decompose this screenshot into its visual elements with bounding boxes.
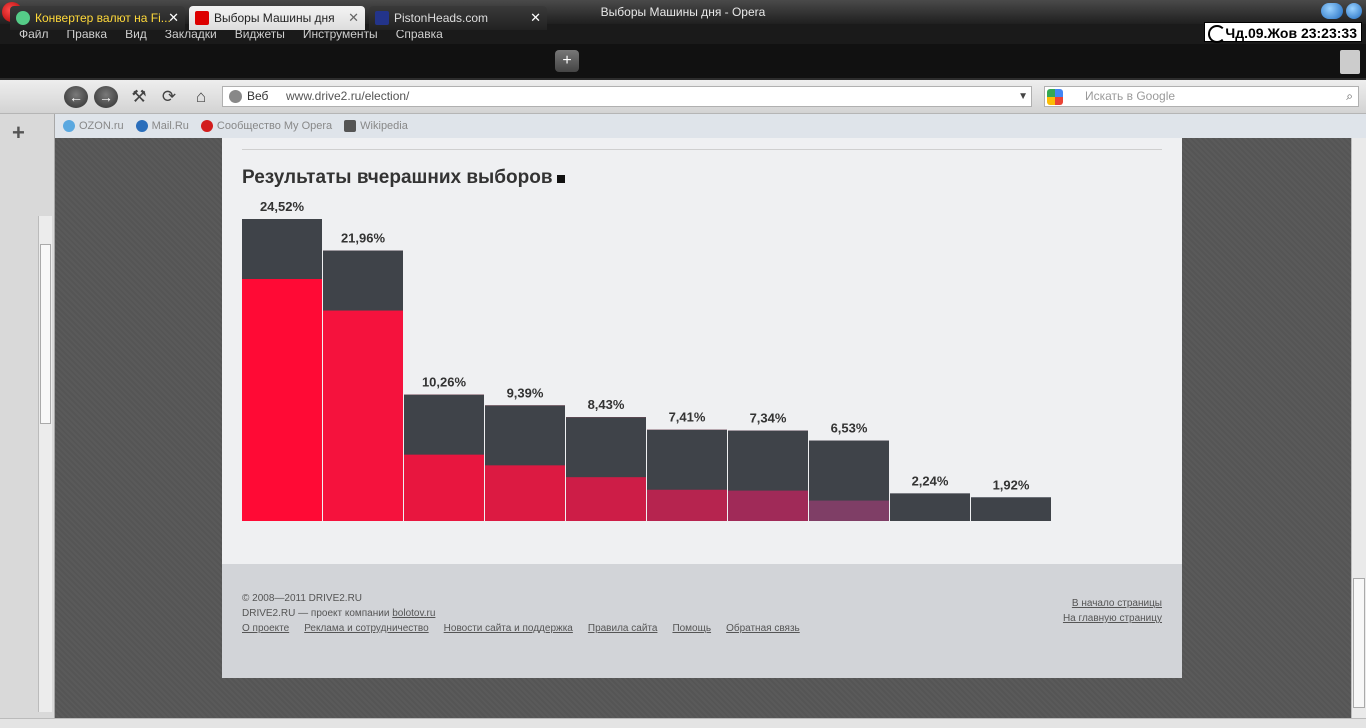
back-arrow-icon[interactable]: ← [64, 86, 88, 108]
car-photo-thumbnail[interactable] [728, 430, 808, 491]
close-icon[interactable]: ✕ [530, 10, 541, 26]
page-viewport: Результаты вчерашних выборов 24,52% 21,96… [55, 138, 1351, 718]
page-title-text: Результаты вчерашних выборов [242, 167, 553, 188]
bookmarks-bar: OZON.ru Mail.Ru Сообщество My Opera Wiki… [55, 114, 1366, 138]
car-photo-thumbnail[interactable] [404, 394, 484, 455]
address-field[interactable]: Веб www.drive2.ru/election/ ▼ [222, 86, 1032, 107]
url-text[interactable]: www.drive2.ru/election/ [286, 87, 409, 106]
pistonheads-favicon-icon [375, 11, 389, 25]
home-page-link[interactable]: На главную страницу [1063, 613, 1162, 624]
tab-pistonheads[interactable]: PistonHeads.com ✕ [369, 6, 547, 30]
trash-icon[interactable] [1340, 50, 1360, 74]
reload-icon[interactable]: ⟳ [158, 86, 180, 108]
page-scroll-thumb[interactable] [1353, 578, 1365, 708]
add-panel-plus-icon[interactable]: + [12, 120, 25, 146]
bar-value-label: 1,92% [993, 477, 1030, 492]
car-photo-thumbnail[interactable] [809, 440, 889, 501]
bar-value-label: 21,96% [341, 231, 386, 246]
footer-link-news[interactable]: Новости сайта и поддержка [444, 623, 573, 634]
bar-value-label: 10,26% [422, 375, 467, 390]
copyright: © 2008—2011 DRIVE2.RU [242, 593, 363, 604]
maximize-icon[interactable] [1346, 3, 1362, 19]
footer-link-about[interactable]: О проекте [242, 623, 289, 634]
car-photo-thumbnail[interactable] [971, 497, 1051, 521]
back-to-top-link[interactable]: В начало страницы [1072, 598, 1162, 609]
company-line: DRIVE2.RU — проект компании bolotov.ru [242, 608, 436, 619]
site-footer: © 2008—2011 DRIVE2.RU DRIVE2.RU — проект… [222, 564, 1182, 678]
search-input[interactable]: Искать в Google ⌕ [1044, 86, 1359, 107]
window-controls [1321, 3, 1362, 19]
car-photo-thumbnail[interactable] [485, 405, 565, 466]
election-results-chart: 24,52% 21,96% 10,26% 9,39% 8,43% 7,41% 7,34% 6,… [242, 199, 1051, 521]
close-icon[interactable]: ✕ [348, 10, 359, 26]
footer-link-ads[interactable]: Реклама и сотрудничество [304, 623, 428, 634]
page-card: Результаты вчерашних выборов 24,52% 21,96… [222, 138, 1182, 678]
close-icon[interactable]: ✕ [168, 10, 179, 26]
drive2-favicon-icon [195, 11, 209, 25]
car-photo-thumbnail[interactable] [890, 493, 970, 521]
footer-link-feedback[interactable]: Обратная связь [726, 623, 800, 634]
wikipedia-icon [344, 120, 357, 132]
footer-link-help[interactable]: Помощь [672, 623, 711, 634]
home-icon[interactable]: ⌂ [190, 86, 212, 108]
panel-scroll-thumb[interactable] [40, 244, 51, 424]
tab-label: Конвертер валют на Fi... [35, 11, 171, 25]
search-icon[interactable]: ⌕ [1346, 87, 1353, 106]
divider [242, 149, 1162, 150]
new-tab-plus-icon[interactable]: + [555, 50, 579, 72]
search-placeholder: Искать в Google [1085, 89, 1176, 103]
finance-favicon-icon [16, 11, 30, 25]
opera-icon [200, 120, 213, 132]
page-title: Результаты вчерашних выборов [242, 167, 565, 189]
tab-label: PistonHeads.com [394, 11, 489, 25]
bookmark-wikipedia[interactable]: Wikipedia [344, 120, 408, 132]
navigation-toolbar: ← → ⚒ ⟳ ⌂ Веб www.drive2.ru/election/ ▼ … [0, 80, 1366, 114]
bar-value-label: 8,43% [588, 397, 625, 412]
bar-value-label: 2,24% [912, 473, 949, 488]
window-title: Выборы Машины дня - Opera [600, 5, 766, 19]
status-bar [0, 718, 1366, 728]
chevron-down-icon[interactable]: ▼ [1018, 87, 1028, 106]
tab-label: Выборы Машины дня [214, 11, 335, 25]
ozon-icon [63, 120, 75, 132]
clock-widget: Чд.09.Жов 23:23:33 [1204, 22, 1362, 43]
bar-value-label: 9,39% [507, 385, 544, 400]
page-scrollbar[interactable] [1351, 138, 1366, 718]
mailru-icon [135, 120, 148, 132]
bar-value-label: 24,52% [260, 199, 305, 214]
square-icon [556, 175, 565, 183]
bar-value-label: 6,53% [831, 421, 868, 436]
company-link[interactable]: bolotov.ru [392, 608, 435, 619]
footer-links: О проекте Реклама и сотрудничество Новос… [242, 623, 800, 634]
car-photo-thumbnail[interactable] [323, 250, 403, 311]
bookmark-ozon[interactable]: OZON.ru [63, 120, 124, 132]
wand-icon[interactable]: ⚒ [128, 86, 150, 108]
footer-link-rules[interactable]: Правила сайта [588, 623, 658, 634]
side-panel: ★ + [0, 80, 55, 718]
footer-nav: В начало страницы На главную страницу [1063, 596, 1162, 626]
tab-currency-converter[interactable]: Конвертер валют на Fi... ✕ [10, 6, 185, 30]
google-icon[interactable] [1047, 89, 1063, 105]
car-photo-thumbnail[interactable] [647, 429, 727, 490]
search-scope[interactable]: Веб [227, 87, 268, 106]
tab-bar [0, 44, 1366, 78]
bookmark-mailru[interactable]: Mail.Ru [135, 120, 189, 132]
bar-value-label: 7,34% [750, 411, 787, 426]
tab-election[interactable]: Выборы Машины дня ✕ [189, 6, 365, 30]
car-photo-thumbnail[interactable] [242, 219, 322, 279]
minimize-icon[interactable] [1321, 3, 1343, 19]
forward-arrow-icon[interactable]: → [94, 86, 118, 108]
panel-scrollbar[interactable] [38, 216, 52, 712]
bar-value-label: 7,41% [669, 410, 706, 425]
bookmark-my-opera[interactable]: Сообщество My Opera [200, 120, 332, 132]
car-photo-thumbnail[interactable] [566, 417, 646, 478]
